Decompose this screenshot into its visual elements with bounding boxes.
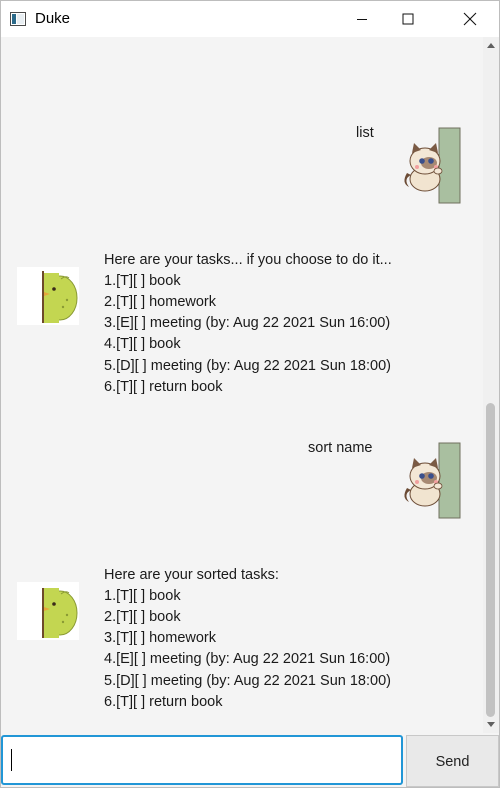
user-message-text: sort name (308, 440, 373, 456)
duke-message-line: 1.[T][ ] book (104, 273, 181, 289)
scrollbar-thumb[interactable] (486, 403, 495, 717)
text-caret (11, 749, 12, 771)
maximize-button[interactable] (385, 1, 431, 37)
duke-message-line: 5.[D][ ] meeting (by: Aug 22 2021 Sun 18… (104, 673, 391, 689)
duke-message-line: 4.[E][ ] meeting (by: Aug 22 2021 Sun 16… (104, 651, 391, 667)
duke-message-line: 4.[T][ ] book (104, 336, 181, 352)
user-message-text: list (356, 125, 374, 141)
send-button[interactable]: Send (406, 735, 499, 787)
duke-message-line: Here are your tasks... if you choose to … (104, 252, 392, 268)
green-chick-avatar-icon (17, 582, 79, 640)
duke-message-line: 5.[D][ ] meeting (by: Aug 22 2021 Sun 18… (104, 358, 391, 374)
duke-message-line: 6.[T][ ] return book (104, 694, 223, 710)
minimize-button[interactable] (339, 1, 385, 37)
app-window-icon (10, 12, 26, 26)
duke-message-line: 3.[E][ ] meeting (by: Aug 22 2021 Sun 16… (104, 315, 391, 331)
vertical-scrollbar[interactable] (483, 37, 499, 733)
duke-message-line: Here are your sorted tasks: (104, 567, 279, 583)
user-input-field[interactable] (1, 735, 403, 785)
cat-avatar-icon (397, 127, 461, 205)
close-icon (463, 12, 477, 26)
minimize-icon (357, 19, 367, 20)
scroll-down-arrow-icon[interactable] (487, 722, 495, 727)
duke-message-line: 3.[T][ ] homework (104, 630, 217, 646)
duke-message-line: 2.[T][ ] book (104, 609, 181, 625)
maximize-icon (402, 13, 414, 25)
duke-message-line: 6.[T][ ] return book (104, 379, 223, 395)
duke-message-line: 1.[T][ ] book (104, 588, 181, 604)
cat-avatar-icon (397, 442, 461, 520)
duke-window: Duke list Here are your tasks... if you … (0, 0, 500, 788)
green-chick-avatar-icon (17, 267, 79, 325)
title-bar: Duke (1, 1, 499, 37)
close-button[interactable] (447, 1, 493, 37)
scroll-up-arrow-icon[interactable] (487, 43, 495, 48)
duke-message-line: 2.[T][ ] homework (104, 294, 217, 310)
window-title: Duke (35, 10, 71, 27)
